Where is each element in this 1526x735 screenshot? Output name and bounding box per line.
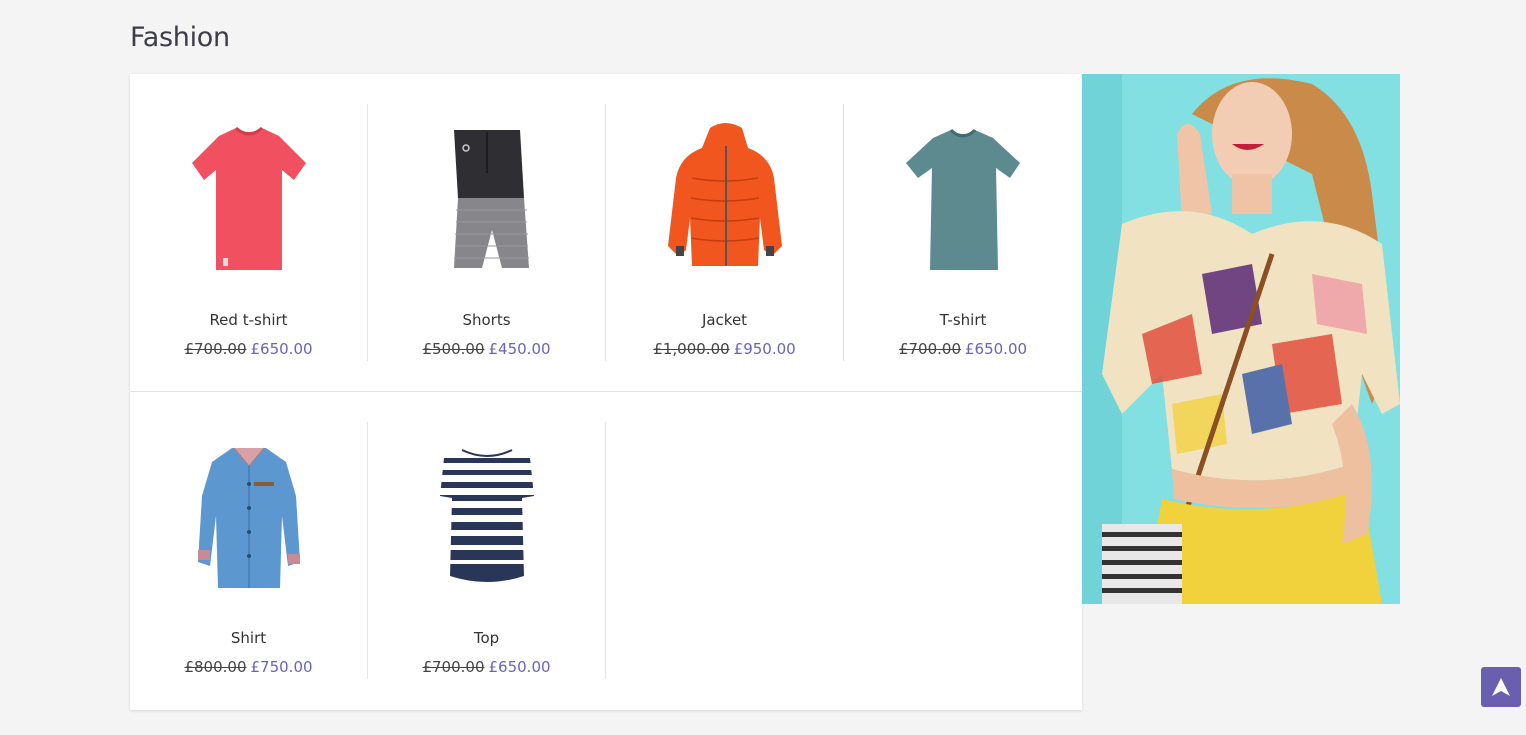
old-price: £700.00 (898, 340, 961, 358)
section-title: Fashion (130, 22, 230, 53)
product-name[interactable]: T-shirt (844, 311, 1082, 329)
product-card-shorts[interactable]: Shorts £500.00 £450.00 (368, 104, 606, 361)
product-card-red-tshirt[interactable]: Red t-shirt £700.00 £650.00 (130, 104, 368, 361)
product-name[interactable]: Shorts (368, 311, 605, 329)
striped-top-image[interactable] (412, 436, 562, 596)
sale-price: £650.00 (965, 340, 1028, 358)
product-card-tshirt[interactable]: T-shirt £700.00 £650.00 (844, 104, 1082, 361)
product-prices: £500.00 £450.00 (368, 340, 605, 358)
product-card-jacket[interactable]: Jacket £1,000.00 £950.00 (606, 104, 844, 361)
fashion-model-image (1082, 74, 1400, 604)
product-prices: £700.00 £650.00 (368, 658, 605, 676)
product-prices: £700.00 £650.00 (130, 340, 367, 358)
product-name[interactable]: Red t-shirt (130, 311, 367, 329)
arrow-up-icon (1492, 678, 1510, 696)
orange-jacket-image[interactable] (650, 118, 800, 278)
sale-price: £950.00 (733, 340, 796, 358)
scroll-to-top-button[interactable] (1481, 667, 1521, 707)
teal-tshirt-image[interactable] (888, 118, 1038, 278)
old-price: £800.00 (184, 658, 247, 676)
product-prices: £1,000.00 £950.00 (606, 340, 843, 358)
red-tshirt-image[interactable] (174, 118, 324, 278)
product-name[interactable]: Shirt (130, 629, 367, 647)
sale-price: £650.00 (250, 340, 313, 358)
old-price: £500.00 (422, 340, 485, 358)
sale-price: £750.00 (250, 658, 313, 676)
product-row: Red t-shirt £700.00 £650.00 Shorts £500.0… (130, 74, 1082, 392)
product-name[interactable]: Jacket (606, 311, 843, 329)
product-prices: £800.00 £750.00 (130, 658, 367, 676)
sale-price: £450.00 (488, 340, 551, 358)
old-price: £700.00 (184, 340, 247, 358)
product-card-top[interactable]: Top £700.00 £650.00 (368, 422, 606, 679)
product-name[interactable]: Top (368, 629, 605, 647)
product-card-shirt[interactable]: Shirt £800.00 £750.00 (130, 422, 368, 679)
denim-shirt-image[interactable] (174, 436, 324, 596)
old-price: £1,000.00 (653, 340, 730, 358)
product-prices: £700.00 £650.00 (844, 340, 1082, 358)
product-grid: Red t-shirt £700.00 £650.00 Shorts £500.0… (130, 74, 1082, 710)
promo-banner[interactable] (1082, 74, 1400, 604)
sale-price: £650.00 (488, 658, 551, 676)
product-row: Shirt £800.00 £750.00 Top £700.00 £650.0… (130, 392, 1082, 710)
shorts-image[interactable] (412, 118, 562, 278)
old-price: £700.00 (422, 658, 485, 676)
